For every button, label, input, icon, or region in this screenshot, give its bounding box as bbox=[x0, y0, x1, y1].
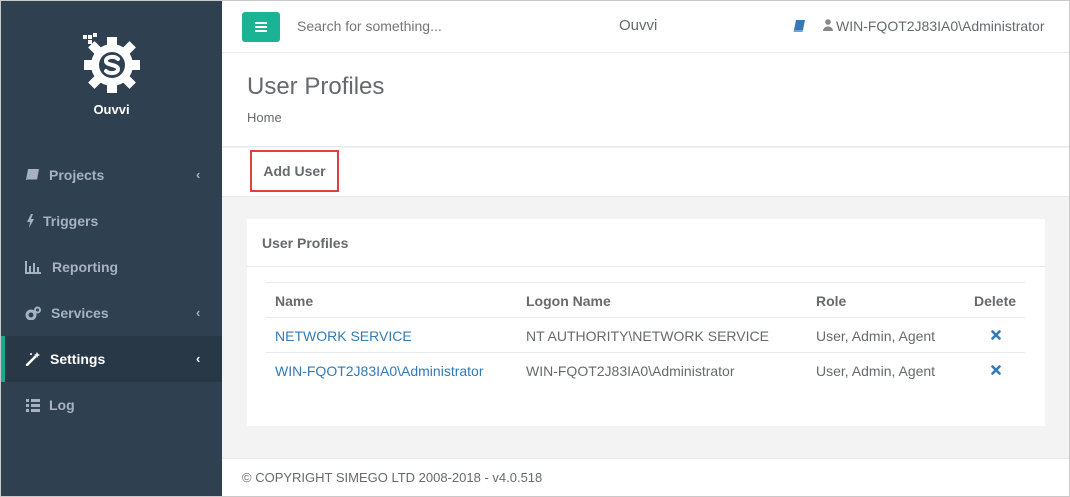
sidebar-item-label: Services bbox=[51, 305, 109, 321]
column-header-delete: Delete bbox=[974, 293, 1017, 309]
action-toolbar: Add User bbox=[222, 148, 1069, 197]
book-icon[interactable] bbox=[793, 20, 805, 32]
hamburger-line bbox=[255, 22, 267, 24]
logon-name-cell: NT AUTHORITY\NETWORK SERVICE bbox=[526, 328, 769, 344]
role-cell: User, Admin, Agent bbox=[816, 363, 936, 379]
page-title: User Profiles bbox=[247, 73, 385, 100]
sidebar-item-label: Log bbox=[49, 397, 75, 413]
delete-icon[interactable] bbox=[991, 330, 1001, 340]
sidebar-item-reporting[interactable]: Reporting bbox=[1, 244, 222, 290]
table-header-row: Name Logon Name Role Delete bbox=[266, 283, 1025, 318]
delete-icon[interactable] bbox=[991, 365, 1001, 375]
gears-icon bbox=[25, 306, 41, 320]
sidebar-app-name: Ouvvi bbox=[93, 102, 130, 117]
sidebar-item-label: Reporting bbox=[52, 259, 119, 275]
app-window: Ouvvi Projects ‹ Triggers Reporting Serv… bbox=[0, 0, 1070, 497]
ouvvi-logo-icon bbox=[83, 33, 140, 93]
sidebar-item-settings[interactable]: Settings ‹ bbox=[1, 336, 222, 382]
hamburger-line bbox=[255, 26, 267, 28]
logo: Ouvvi bbox=[1, 1, 222, 151]
navbar-title: Ouvvi bbox=[619, 17, 658, 34]
add-user-button[interactable]: Add User bbox=[250, 150, 339, 192]
column-header-name: Name bbox=[275, 293, 314, 309]
menu-toggle-button[interactable] bbox=[242, 12, 280, 42]
top-navbar: Ouvvi WIN-FQOT2J83IA0\Administrator bbox=[222, 1, 1069, 53]
sidebar-item-label: Projects bbox=[49, 167, 105, 183]
chevron-left-icon: ‹ bbox=[196, 351, 201, 366]
sidebar-item-projects[interactable]: Projects ‹ bbox=[1, 152, 222, 198]
user-icon bbox=[823, 19, 833, 31]
magic-wand-icon bbox=[25, 352, 40, 366]
bolt-icon bbox=[27, 214, 34, 228]
book-icon bbox=[26, 169, 39, 181]
column-header-role: Role bbox=[816, 293, 847, 309]
table-row: NETWORK SERVICE NT AUTHORITY\NETWORK SER… bbox=[266, 318, 1025, 353]
chevron-left-icon: ‹ bbox=[196, 167, 201, 182]
panel-title: User Profiles bbox=[262, 235, 349, 251]
breadcrumb[interactable]: Home bbox=[247, 110, 282, 125]
column-header-logon-name: Logon Name bbox=[526, 293, 611, 309]
table-row: WIN-FQOT2J83IA0\Administrator WIN-FQOT2J… bbox=[266, 353, 1025, 388]
current-user[interactable]: WIN-FQOT2J83IA0\Administrator bbox=[836, 18, 1045, 34]
page-heading: User Profiles Home bbox=[222, 53, 1069, 147]
role-cell: User, Admin, Agent bbox=[816, 328, 936, 344]
chevron-left-icon: ‹ bbox=[196, 305, 201, 320]
sidebar-item-label: Settings bbox=[50, 351, 106, 367]
sidebar-item-services[interactable]: Services ‹ bbox=[1, 290, 222, 336]
sidebar: Ouvvi Projects ‹ Triggers Reporting Serv… bbox=[1, 1, 222, 496]
bar-chart-icon bbox=[25, 261, 41, 274]
user-name-link[interactable]: WIN-FQOT2J83IA0\Administrator bbox=[275, 363, 484, 379]
footer: © COPYRIGHT SIMEGO LTD 2008-2018 - v4.0.… bbox=[222, 458, 1069, 496]
search-input[interactable] bbox=[297, 18, 557, 34]
sidebar-item-triggers[interactable]: Triggers bbox=[1, 198, 222, 244]
copyright-text: © COPYRIGHT SIMEGO LTD 2008-2018 - v4.0.… bbox=[242, 470, 543, 485]
logon-name-cell: WIN-FQOT2J83IA0\Administrator bbox=[526, 363, 735, 379]
sidebar-item-label: Triggers bbox=[43, 213, 99, 229]
user-name-link[interactable]: NETWORK SERVICE bbox=[275, 328, 412, 344]
user-profiles-table: Name Logon Name Role Delete NETWORK SERV… bbox=[266, 282, 1025, 388]
list-icon bbox=[26, 399, 40, 412]
hamburger-line bbox=[255, 30, 267, 32]
sidebar-item-log[interactable]: Log bbox=[1, 382, 222, 428]
user-profiles-panel: User Profiles Name Logon Name Role Delet… bbox=[247, 219, 1045, 426]
panel-header: User Profiles bbox=[247, 219, 1045, 267]
